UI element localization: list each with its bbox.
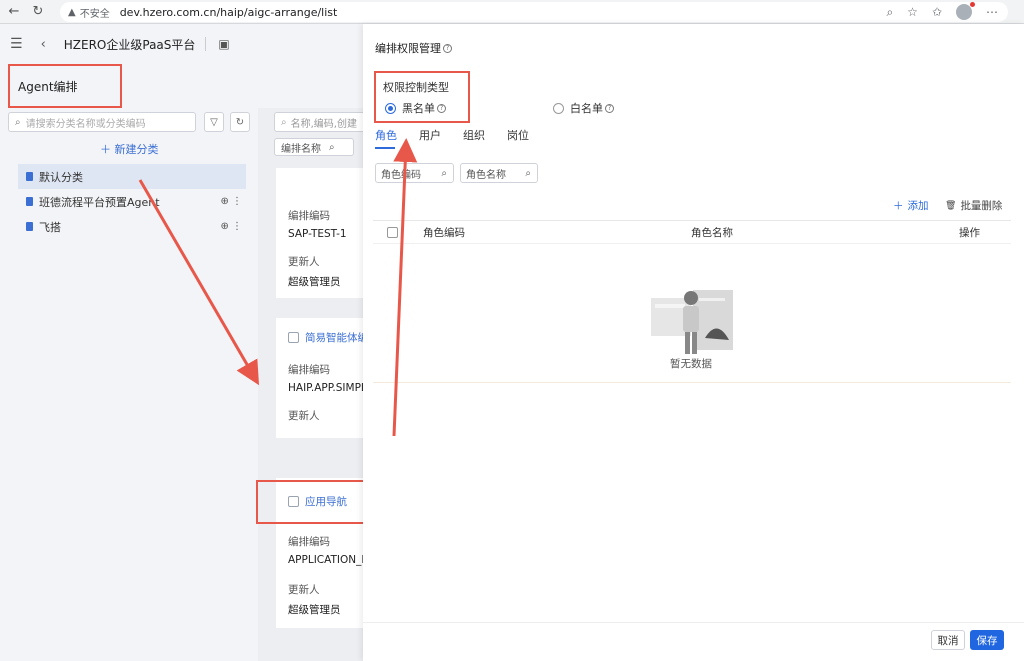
column-header-code: 角色编码 — [423, 226, 465, 239]
role-name-input[interactable]: 角色名称 ⌕ — [460, 163, 538, 183]
category-item[interactable]: 飞搭 ⊕ ⋮ — [18, 214, 246, 239]
url-text: dev.hzero.com.cn/haip/aigc-arrange/list — [119, 5, 338, 19]
new-category-button[interactable]: ＋ 新建分类 — [100, 141, 159, 157]
permission-tabs: 角色 用户 组织 岗位 — [375, 127, 551, 149]
star-icon[interactable]: ☆ — [907, 5, 918, 19]
role-code-input[interactable]: 角色编码 ⌕ — [375, 163, 454, 183]
category-item[interactable]: 班德流程平台预置Agent ⊕ ⋮ — [18, 189, 246, 214]
tab-position[interactable]: 岗位 — [507, 127, 529, 149]
profile-avatar[interactable] — [956, 2, 975, 20]
category-item[interactable]: 默认分类 — [18, 164, 246, 189]
save-button[interactable]: 保存 — [970, 630, 1004, 650]
search-icon: ⌕ — [329, 141, 335, 153]
batch-delete-button[interactable]: 🗑 批量删除 — [945, 198, 1002, 213]
list-search-input[interactable]: ⌕ 名称,编码,创建 — [274, 112, 374, 132]
empty-text: 暂无数据 — [670, 358, 712, 370]
search-icon: ⌕ — [441, 167, 447, 179]
permission-drawer: 编排权限管理? 权限控制类型 黑名单? 白名单? 角色 用户 组织 岗位 角色编… — [363, 24, 1024, 661]
cancel-button[interactable]: 取消 — [931, 630, 965, 650]
screen-icon[interactable]: ▣ — [218, 37, 229, 51]
list-filter[interactable]: 编排名称 ⌕ — [274, 138, 354, 156]
permission-type-label: 权限控制类型 — [383, 81, 449, 94]
item-actions-icon[interactable]: ⊕ ⋮ — [220, 221, 242, 232]
back-arrow-icon[interactable]: ‹ — [41, 37, 46, 52]
column-header-op: 操作 — [959, 226, 980, 239]
app-title: HZERO企业级PaaS平台 — [63, 37, 196, 52]
zoom-icon[interactable]: ⌕ — [886, 5, 893, 20]
add-button[interactable]: ＋添加 — [893, 198, 929, 213]
radio-unchecked[interactable] — [553, 102, 564, 114]
address-bar[interactable]: ▲ 不安全 dev.hzero.com.cn/haip/aigc-arrange… — [60, 2, 1008, 22]
help-icon[interactable]: ? — [443, 43, 452, 53]
tab-user[interactable]: 用户 — [419, 127, 441, 149]
page-title: Agent编排 — [8, 64, 122, 108]
browser-toolbar: ← ↻ ▲ 不安全 dev.hzero.com.cn/haip/aigc-arr… — [0, 0, 1024, 24]
trash-icon: 🗑 — [945, 200, 957, 211]
arrange-list-panel: ⌕ 名称,编码,创建 编排名称 ⌕ 编排编码 SAP-TEST-1 更新人 超级管… — [258, 108, 374, 661]
search-icon: ⌕ — [281, 116, 287, 128]
help-icon[interactable]: ? — [605, 103, 614, 113]
document-icon — [26, 222, 33, 231]
table-header: 角色编码 角色名称 操作 — [373, 220, 1011, 244]
column-header-name: 角色名称 — [691, 226, 733, 239]
filter-icon[interactable]: ▽ — [204, 112, 224, 132]
menu-icon[interactable]: ☰ — [10, 36, 23, 52]
document-icon — [26, 172, 33, 181]
category-tree: 默认分类 班德流程平台预置Agent ⊕ ⋮ 飞搭 ⊕ ⋮ — [18, 164, 246, 239]
more-icon[interactable]: ⋯ — [986, 5, 998, 19]
insecure-label: 不安全 — [79, 8, 110, 20]
help-icon[interactable]: ? — [437, 103, 446, 113]
drawer-footer: 取消 保存 — [363, 622, 1024, 661]
drawer-title: 编排权限管理? — [375, 40, 452, 56]
arrange-card[interactable]: 编排编码 SAP-TEST-1 更新人 超级管理员 — [276, 168, 368, 298]
category-search-input[interactable]: ⌕ 请搜索分类名称或分类编码 — [8, 112, 196, 132]
refresh-icon[interactable]: ↻ — [230, 112, 250, 132]
item-actions-icon[interactable]: ⊕ ⋮ — [220, 196, 242, 207]
back-icon[interactable]: ← — [4, 2, 24, 22]
arrange-card[interactable]: 简易智能体编 编排编码 HAIP.APP.SIMPL 更新人 — [276, 318, 368, 438]
tab-org[interactable]: 组织 — [463, 127, 485, 149]
search-icon: ⌕ — [15, 116, 21, 128]
radio-checked[interactable] — [385, 102, 396, 114]
blacklist-radio[interactable]: 黑名单? — [385, 100, 446, 116]
search-icon: ⌕ — [525, 167, 531, 179]
tab-role[interactable]: 角色 — [375, 127, 397, 149]
select-all-checkbox[interactable] — [387, 226, 398, 238]
category-panel: ⌕ 请搜索分类名称或分类编码 ▽ ↻ ＋ 新建分类 默认分类 班德流程平台预置A… — [0, 108, 258, 661]
favorites-icon[interactable]: ✩ — [932, 5, 942, 19]
plus-icon: ＋ — [893, 200, 904, 212]
whitelist-radio[interactable]: 白名单? — [553, 100, 614, 116]
card-checkbox[interactable] — [288, 332, 299, 343]
reload-icon[interactable]: ↻ — [28, 2, 48, 22]
warning-icon: ▲ — [68, 6, 76, 18]
empty-illustration — [651, 290, 733, 354]
document-icon — [26, 197, 33, 206]
